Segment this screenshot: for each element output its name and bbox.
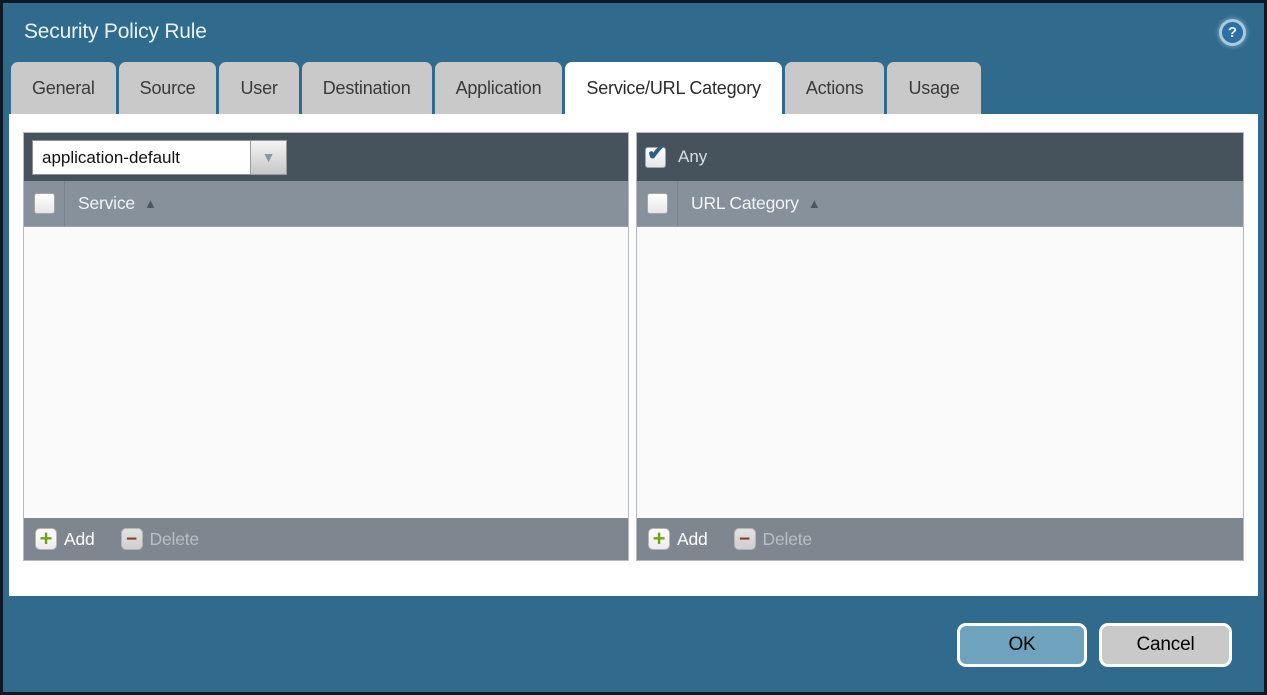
tab-actions[interactable]: Actions (785, 62, 885, 114)
chevron-down-icon: ▼ (262, 149, 276, 165)
tab-label: Destination (323, 78, 411, 98)
service-select-all-cell (24, 181, 65, 226)
tab-application[interactable]: Application (435, 62, 563, 114)
url-category-add-button[interactable]: + Add (648, 528, 708, 550)
tab-content: application-default ▼ Service ▲ + (9, 114, 1258, 596)
tab-usage[interactable]: Usage (887, 62, 980, 114)
page-title: Security Policy Rule (24, 20, 207, 44)
url-category-table-body (637, 227, 1243, 518)
any-checkbox-label: Any (678, 147, 707, 167)
url-category-select-all-cell (637, 181, 678, 226)
dropdown-button[interactable]: ▼ (250, 140, 287, 175)
tab-bar: General Source User Destination Applicat… (11, 61, 1264, 114)
service-table-header: Service ▲ (24, 181, 628, 227)
tab-label: Service/URL Category (586, 78, 760, 98)
service-table-body (24, 227, 628, 518)
tab-label: Application (456, 78, 542, 98)
service-panel: application-default ▼ Service ▲ + (23, 132, 629, 561)
service-delete-button[interactable]: − Delete (121, 528, 199, 550)
add-icon: + (35, 528, 57, 550)
delete-button-label: Delete (150, 529, 199, 550)
service-type-dropdown-value: application-default (32, 140, 250, 175)
delete-icon: − (121, 528, 143, 550)
service-column-label: Service (78, 193, 135, 214)
service-footer: + Add − Delete (24, 518, 628, 560)
add-button-label: Add (64, 529, 95, 550)
tab-label: Source (140, 78, 196, 98)
tab-user[interactable]: User (219, 62, 298, 114)
url-category-table-header: URL Category ▲ (637, 181, 1243, 227)
url-category-delete-button[interactable]: − Delete (734, 528, 812, 550)
url-category-panel: ✔ Any URL Category ▲ + Add (636, 132, 1244, 561)
url-category-toolbar: ✔ Any (637, 133, 1243, 181)
url-category-column-header[interactable]: URL Category ▲ (678, 181, 821, 226)
service-select-all-checkbox[interactable] (34, 193, 55, 214)
security-policy-rule-dialog: Security Policy Rule ? General Source Us… (0, 0, 1267, 695)
title-bar: Security Policy Rule ? (3, 3, 1264, 61)
tab-label: General (32, 78, 95, 98)
delete-icon: − (734, 528, 756, 550)
service-type-dropdown[interactable]: application-default ▼ (32, 140, 287, 175)
tab-label: Actions (806, 78, 864, 98)
tab-label: Usage (908, 78, 959, 98)
service-add-button[interactable]: + Add (35, 528, 95, 550)
tab-source[interactable]: Source (119, 62, 217, 114)
delete-button-label: Delete (763, 529, 812, 550)
tab-label: User (240, 78, 277, 98)
service-toolbar: application-default ▼ (24, 133, 628, 181)
help-icon: ? (1228, 25, 1237, 40)
tab-destination[interactable]: Destination (302, 62, 432, 114)
add-icon: + (648, 528, 670, 550)
url-category-select-all-checkbox[interactable] (647, 193, 668, 214)
dialog-action-buttons: OK Cancel (957, 623, 1232, 667)
tab-service-url-category[interactable]: Service/URL Category (565, 62, 781, 114)
sort-ascending-icon: ▲ (144, 196, 157, 211)
url-category-column-label: URL Category (691, 193, 799, 214)
url-category-footer: + Add − Delete (637, 518, 1243, 560)
cancel-button[interactable]: Cancel (1099, 623, 1232, 667)
check-icon: ✔ (647, 142, 665, 164)
ok-button[interactable]: OK (957, 623, 1087, 667)
add-button-label: Add (677, 529, 708, 550)
any-checkbox[interactable]: ✔ (645, 147, 666, 168)
sort-ascending-icon: ▲ (808, 196, 821, 211)
tab-general[interactable]: General (11, 62, 116, 114)
service-column-header[interactable]: Service ▲ (65, 181, 157, 226)
help-button[interactable]: ? (1219, 19, 1246, 46)
